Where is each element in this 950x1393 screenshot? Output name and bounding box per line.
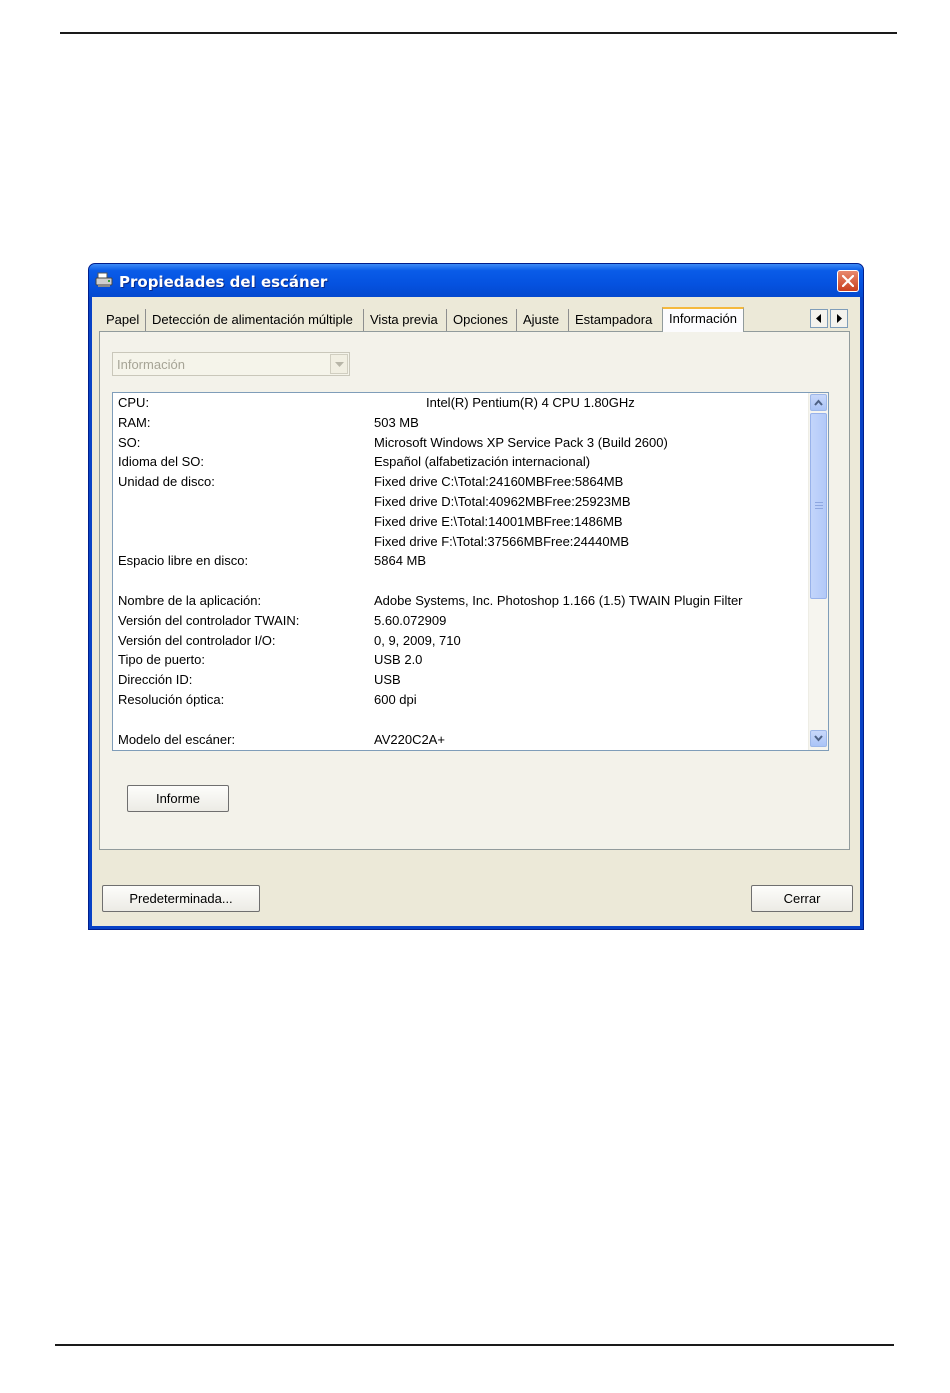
vertical-scrollbar[interactable] [808, 393, 828, 750]
tab-panel-informacion: Información CPU: Intel(R) Pentium(R) 4 CP… [99, 331, 850, 850]
tab-estampadora[interactable]: Estampadora [569, 309, 662, 331]
info-row-label: Dirección ID: [118, 672, 193, 688]
predeterminada-button[interactable]: Predeterminada... [102, 885, 260, 912]
info-row-value: AV220C2A+ [374, 731, 445, 747]
tab-ajuste[interactable]: Ajuste [517, 309, 569, 331]
info-row-value: Fixed drive D:\Total:40962MBFree:25923MB [374, 494, 631, 509]
page-bottom-rule [55, 1344, 894, 1346]
info-row-value: Adobe Systems, Inc. Photoshop 1.166 (1.5… [374, 593, 743, 608]
info-row-value: Fixed drive E:\Total:14001MBFree:1486MB [374, 513, 623, 529]
scanner-properties-dialog: Propiedades del escáner Papel Detección … [88, 263, 864, 930]
info-row-value: USB 2.0 [374, 652, 423, 668]
tab-opciones[interactable]: Opciones [447, 309, 517, 331]
info-type-dropdown-value: Información [117, 357, 185, 372]
info-row-value: Fixed drive F:\Total:37566MBFree:24440MB [374, 533, 630, 549]
arrow-right-icon [837, 314, 842, 323]
info-row-value: USB [374, 672, 401, 688]
info-row-label: SO: [118, 434, 141, 450]
chevron-down-icon [814, 735, 823, 742]
info-row-value: Fixed drive C:\Total:24160MBFree:5864MB [374, 474, 624, 490]
chevron-up-icon [814, 399, 823, 406]
dialog-client-area: Papel Detección de alimentación múltiple… [92, 297, 860, 926]
info-row-label: Resolución óptica: [118, 692, 225, 707]
chevron-down-icon [335, 362, 344, 367]
grip-icon [815, 502, 823, 509]
info-row-value: Español (alfabetización internacional) [374, 454, 591, 470]
title-bar[interactable]: Propiedades del escáner [89, 264, 863, 297]
arrow-left-icon [816, 314, 821, 323]
info-row-label: Nombre de la aplicación: [118, 593, 262, 608]
info-row-value: 5864 MB [374, 553, 427, 569]
tab-scroll-buttons [810, 309, 850, 329]
dropdown-button[interactable] [330, 354, 348, 374]
informe-button[interactable]: Informe [127, 785, 229, 812]
tab-vista-previa[interactable]: Vista previa [364, 309, 447, 331]
info-row-label: CPU: [118, 395, 150, 410]
cerrar-button[interactable]: Cerrar [751, 885, 853, 912]
info-row-label: Versión del controlador I/O: [118, 632, 276, 648]
info-row-value: Microsoft Windows XP Service Pack 3 (Bui… [374, 434, 668, 450]
info-row-label: Unidad de disco: [118, 474, 215, 490]
info-row-label: RAM: [118, 414, 151, 430]
info-row-value: Intel(R) Pentium(R) 4 CPU 1.80GHz [426, 395, 635, 410]
info-row-value: 600 dpi [374, 692, 417, 707]
window-title: Propiedades del escáner [119, 273, 328, 291]
tab-scroll-left-button[interactable] [810, 309, 828, 328]
tab-informacion[interactable]: Información [662, 307, 744, 332]
scroll-down-button[interactable] [810, 730, 827, 747]
info-row-label: Modelo del escáner: [118, 731, 236, 747]
scroll-up-button[interactable] [810, 394, 827, 411]
info-row-label: Versión del controlador TWAIN: [118, 612, 300, 628]
info-row-value: 503 MB [374, 414, 419, 430]
tab-scroll-right-button[interactable] [830, 309, 848, 328]
tab-papel[interactable]: Papel [100, 309, 146, 331]
scrollbar-thumb[interactable] [810, 413, 827, 599]
scanner-icon [95, 272, 113, 288]
system-info-list[interactable]: CPU: Intel(R) Pentium(R) 4 CPU 1.80GHz RAM… [112, 392, 829, 751]
info-row-label: Idioma del SO: [118, 454, 204, 470]
info-row-value: 0, 9, 2009, 710 [374, 632, 461, 648]
page-top-rule [60, 32, 897, 34]
info-row-label: Tipo de puerto: [118, 652, 205, 668]
close-window-button[interactable] [837, 270, 859, 292]
info-row-value: 5.60.072909 [374, 612, 447, 628]
info-row-label: Espacio libre en disco: [118, 553, 249, 569]
close-icon [842, 275, 854, 287]
info-type-dropdown[interactable]: Información [112, 352, 350, 376]
tab-deteccion-alimentacion-multiple[interactable]: Detección de alimentación múltiple [146, 309, 364, 331]
tab-strip: Papel Detección de alimentación múltiple… [100, 307, 760, 332]
